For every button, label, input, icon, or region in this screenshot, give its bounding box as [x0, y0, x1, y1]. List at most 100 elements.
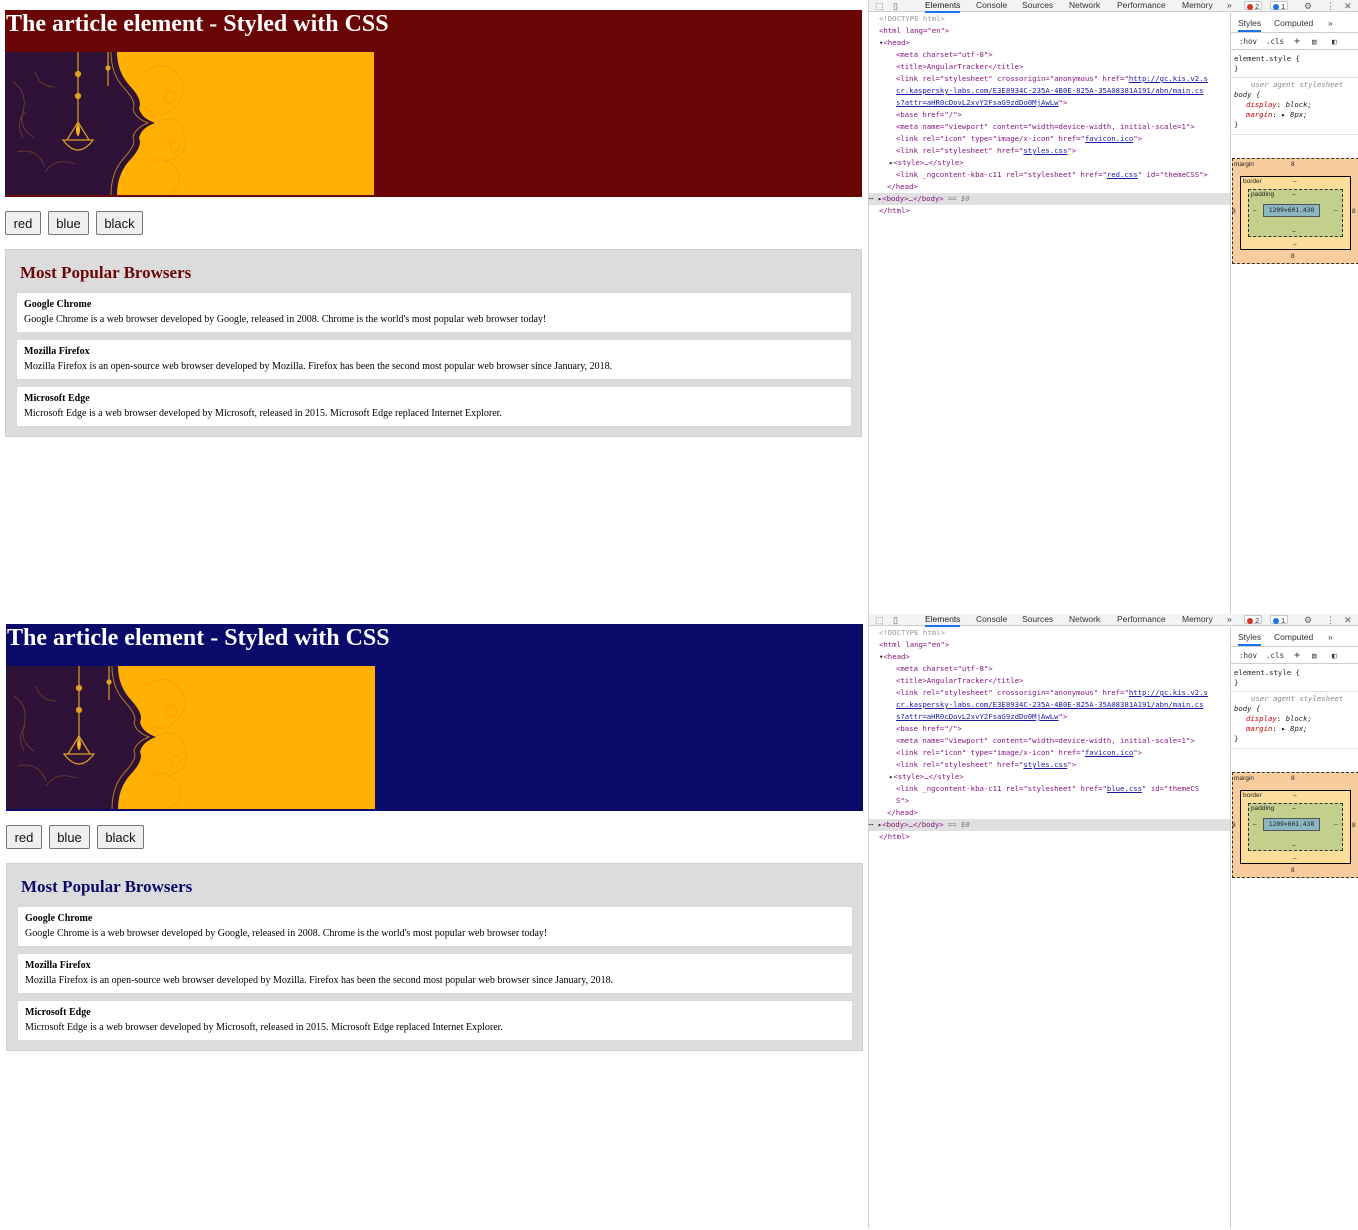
body-rule-selector[interactable]: body { — [1234, 90, 1260, 100]
dom-node[interactable]: ▾<head> — [869, 651, 1230, 663]
theme-black-button[interactable]: black — [96, 211, 143, 235]
tab-styles[interactable]: Styles — [1238, 18, 1262, 32]
close-icon[interactable]: ✕ — [1344, 1, 1352, 11]
dom-node[interactable]: <title>AngularTracker</title> — [869, 675, 1230, 687]
theme-css-link[interactable]: blue.css — [1107, 784, 1142, 793]
css-declaration[interactable]: margin: ▸ 8px; — [1246, 724, 1308, 734]
theme-css-link[interactable]: red.css — [1107, 170, 1138, 179]
dom-node[interactable]: <base href="/"> — [869, 723, 1230, 735]
css-declaration[interactable]: margin: ▸ 8px; — [1246, 110, 1308, 120]
sidebar-toggle-icon[interactable]: ◧ — [1332, 34, 1337, 50]
close-icon[interactable]: ✕ — [1344, 615, 1352, 625]
gear-icon[interactable]: ⚙ — [1304, 615, 1312, 625]
dom-node[interactable]: <meta name="viewport" content="width=dev… — [869, 121, 1230, 133]
dom-node[interactable]: <link rel="stylesheet" href="styles.css"… — [869, 145, 1230, 157]
dom-node[interactable]: s?attr=aHR0cDovL2xvY2FsaG9zdDo0MjAwLw"> — [869, 97, 1230, 109]
theme-blue-button[interactable]: blue — [48, 211, 89, 235]
tab-sources[interactable]: Sources — [1022, 614, 1053, 625]
dom-node[interactable]: <link rel="icon" type="image/x-icon" hre… — [869, 133, 1230, 145]
kaspersky-url[interactable]: http://gc.kis.v2.s — [1129, 74, 1208, 83]
more-tabs-icon[interactable]: » — [1227, 0, 1232, 11]
dom-node[interactable]: s?attr=aHR0cDovL2xvY2FsaG9zdDo0MjAwLw"> — [869, 711, 1230, 723]
tab-styles[interactable]: Styles — [1238, 632, 1262, 646]
tab-network[interactable]: Network — [1069, 614, 1100, 625]
hov-toggle[interactable]: :hov — [1239, 648, 1257, 664]
dom-node[interactable]: <html lang="en"> — [869, 639, 1230, 651]
favicon-link[interactable]: favicon.ico — [1085, 134, 1133, 143]
dom-node[interactable]: <link rel="icon" type="image/x-icon" hre… — [869, 747, 1230, 759]
element-style-rule[interactable]: element.style { — [1234, 54, 1300, 64]
kebab-menu-icon[interactable]: ⋮ — [1326, 1, 1335, 11]
tab-performance[interactable]: Performance — [1117, 0, 1166, 11]
new-rule-icon[interactable]: + — [1294, 648, 1300, 664]
tab-memory[interactable]: Memory — [1182, 614, 1213, 625]
tab-network[interactable]: Network — [1069, 0, 1100, 11]
body-rule-selector[interactable]: body { — [1234, 704, 1260, 714]
cls-toggle[interactable]: .cls — [1266, 34, 1284, 50]
css-declaration[interactable]: display: block; — [1246, 714, 1312, 724]
kebab-menu-icon[interactable]: ⋮ — [1326, 615, 1335, 625]
sidebar-toggle-icon[interactable]: ◧ — [1332, 648, 1337, 664]
kaspersky-url[interactable]: s?attr=aHR0cDovL2xvY2FsaG9zdDo0MjAwLw — [869, 712, 1059, 721]
more-panes-icon[interactable]: » — [1328, 18, 1333, 28]
tab-sources[interactable]: Sources — [1022, 0, 1053, 11]
kaspersky-url[interactable]: http://gc.kis.v2.s — [1129, 688, 1208, 697]
dom-node[interactable]: ▾<head> — [869, 37, 1230, 49]
message-count-badge[interactable]: 1 — [1270, 615, 1289, 625]
tab-console[interactable]: Console — [976, 0, 1007, 11]
dom-node[interactable]: <link rel="stylesheet" crossorigin="anon… — [869, 687, 1230, 699]
cls-toggle[interactable]: .cls — [1266, 648, 1284, 664]
more-panes-icon[interactable]: » — [1328, 632, 1333, 642]
tab-memory[interactable]: Memory — [1182, 0, 1213, 11]
dom-node[interactable]: <title>AngularTracker</title> — [869, 61, 1230, 73]
css-declaration[interactable]: display: block; — [1246, 100, 1312, 110]
dom-node[interactable]: </html> — [869, 205, 1230, 217]
device-toolbar-icon[interactable]: ▯ — [893, 615, 898, 625]
dom-node[interactable]: <meta name="viewport" content="width=dev… — [869, 735, 1230, 747]
dom-node[interactable]: <link _ngcontent-kba-c11 rel="stylesheet… — [869, 783, 1230, 795]
dom-node[interactable]: </html> — [869, 831, 1230, 843]
kaspersky-url[interactable]: cr.kaspersky-labs.com/E3E8934C-235A-4B0E… — [869, 700, 1204, 709]
tab-computed[interactable]: Computed — [1274, 632, 1313, 642]
dom-node[interactable]: ▸<style>…</style> — [869, 157, 1230, 169]
dom-node[interactable]: ▸<style>…</style> — [869, 771, 1230, 783]
dom-node[interactable]: <base href="/"> — [869, 109, 1230, 121]
favicon-link[interactable]: favicon.ico — [1085, 748, 1133, 757]
element-style-rule[interactable]: element.style { — [1234, 668, 1300, 678]
tab-elements[interactable]: Elements — [925, 0, 961, 13]
error-count-badge[interactable]: 2 — [1244, 615, 1263, 625]
message-count-badge[interactable]: 1 — [1270, 1, 1289, 11]
styles-link[interactable]: styles.css — [1023, 146, 1067, 155]
inspect-element-icon[interactable]: ⬚ — [875, 1, 884, 11]
gear-icon[interactable]: ⚙ — [1304, 1, 1312, 11]
device-toolbar-icon[interactable]: ▯ — [893, 1, 898, 11]
dom-node[interactable]: <meta charset="utf-8"> — [869, 663, 1230, 675]
kaspersky-url[interactable]: s?attr=aHR0cDovL2xvY2FsaG9zdDo0MjAwLw — [869, 98, 1059, 107]
computed-styles-icon[interactable]: ▤ — [1312, 648, 1317, 664]
dom-node[interactable]: </head> — [869, 807, 1230, 819]
theme-blue-button[interactable]: blue — [49, 825, 90, 849]
dom-node-selected[interactable]: ⋯ ▸<body>…</body> == $0 — [869, 819, 1230, 831]
dom-node[interactable]: cr.kaspersky-labs.com/E3E8934C-235A-4B0E… — [869, 85, 1230, 97]
dom-node[interactable]: <link rel="stylesheet" crossorigin="anon… — [869, 73, 1230, 85]
new-rule-icon[interactable]: + — [1294, 34, 1300, 50]
theme-red-button[interactable]: red — [5, 211, 41, 235]
dom-node[interactable]: <!DOCTYPE html> — [869, 627, 1230, 639]
inspect-element-icon[interactable]: ⬚ — [875, 615, 884, 625]
theme-red-button[interactable]: red — [6, 825, 42, 849]
dom-node[interactable]: </head> — [869, 181, 1230, 193]
tab-computed[interactable]: Computed — [1274, 18, 1313, 28]
more-tabs-icon[interactable]: » — [1227, 614, 1232, 625]
dom-node[interactable]: <link _ngcontent-kba-c11 rel="stylesheet… — [869, 169, 1230, 181]
tab-performance[interactable]: Performance — [1117, 614, 1166, 625]
dom-node-selected[interactable]: ⋯ ▸<body>…</body> == $0 — [869, 193, 1230, 205]
dom-node[interactable]: <meta charset="utf-8"> — [869, 49, 1230, 61]
tab-elements[interactable]: Elements — [925, 614, 961, 627]
content-box[interactable]: 1209×601.438 — [1263, 204, 1320, 217]
error-count-badge[interactable]: 2 — [1244, 1, 1263, 11]
tab-console[interactable]: Console — [976, 614, 1007, 625]
hov-toggle[interactable]: :hov — [1239, 34, 1257, 50]
dom-node[interactable]: <html lang="en"> — [869, 25, 1230, 37]
dom-node[interactable]: cr.kaspersky-labs.com/E3E8934C-235A-4B0E… — [869, 699, 1230, 711]
content-box[interactable]: 1209×601.438 — [1263, 818, 1320, 831]
